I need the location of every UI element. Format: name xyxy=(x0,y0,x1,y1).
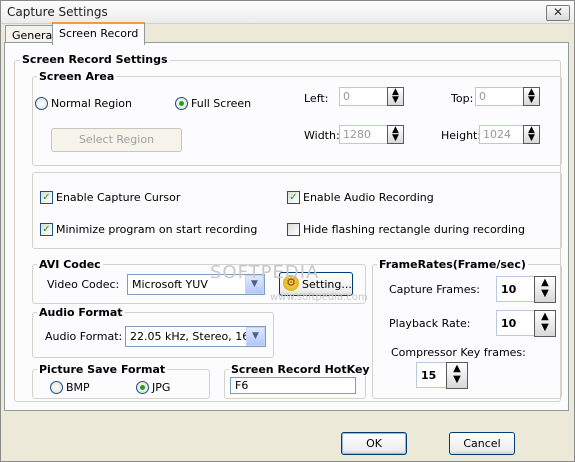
audio-format-select[interactable]: 22.05 kHz, Stereo, 16-bit ▼ xyxy=(125,326,266,347)
bmp-label[interactable]: BMP xyxy=(66,381,90,394)
bmp-radio[interactable] xyxy=(50,381,63,394)
picture-save-format-title: Picture Save Format xyxy=(37,363,168,376)
select-region-button[interactable]: Select Region xyxy=(51,128,182,152)
close-button[interactable]: ✕ xyxy=(546,5,570,21)
normal-region-label[interactable]: Normal Region xyxy=(51,97,132,110)
tab-general-label: General xyxy=(12,29,56,42)
jpg-radio[interactable] xyxy=(136,381,149,394)
width-label: Width: xyxy=(304,129,340,142)
hide-flashing-rectangle-checkbox[interactable] xyxy=(287,223,300,236)
left-value: 0 xyxy=(343,90,350,103)
select-region-label: Select Region xyxy=(78,133,155,146)
enable-audio-recording-label[interactable]: Enable Audio Recording xyxy=(303,191,434,204)
top-spinbox[interactable]: 0 ▲ ▼ xyxy=(475,87,540,106)
screen-area-title: Screen Area xyxy=(37,70,117,83)
audio-format-value: 22.05 kHz, Stereo, 16-bit xyxy=(130,330,246,343)
left-spinbox[interactable]: 0 ▲ ▼ xyxy=(339,87,404,106)
full-screen-radio[interactable] xyxy=(175,97,188,110)
ok-button[interactable]: OK xyxy=(341,432,407,455)
compressor-key-frames-spinbox[interactable]: 15 ▲ ▼ xyxy=(416,362,468,389)
spin-arrows-icon[interactable]: ▲ ▼ xyxy=(534,310,556,337)
capture-frames-label: Capture Frames: xyxy=(389,283,480,296)
spin-arrows-icon[interactable]: ▲ ▼ xyxy=(446,362,468,389)
width-spinbox[interactable]: 1280 ▲ ▼ xyxy=(339,125,404,144)
enable-capture-cursor-checkbox[interactable]: ✓ xyxy=(40,191,53,204)
top-value: 0 xyxy=(479,90,486,103)
width-value: 1280 xyxy=(343,128,371,141)
jpg-label[interactable]: JPG xyxy=(152,381,170,394)
playback-rate-label: Playback Rate: xyxy=(389,317,471,330)
playback-rate-value: 10 xyxy=(501,317,517,330)
compressor-key-frames-label: Compressor Key frames: xyxy=(391,346,526,359)
enable-audio-recording-checkbox[interactable]: ✓ xyxy=(287,191,300,204)
window-title: Capture Settings xyxy=(7,5,108,19)
video-codec-value: Microsoft YUV xyxy=(132,278,208,291)
spin-arrows-icon[interactable]: ▲ ▼ xyxy=(523,125,540,144)
playback-rate-spinbox[interactable]: 10 ▲ ▼ xyxy=(496,310,556,337)
left-label: Left: xyxy=(304,92,329,105)
radio-selected-dot xyxy=(140,385,145,390)
height-value: 1024 xyxy=(483,128,511,141)
spin-arrows-icon[interactable]: ▲ ▼ xyxy=(523,87,540,106)
spin-arrows-icon[interactable]: ▲ ▼ xyxy=(534,276,556,303)
capture-frames-value: 10 xyxy=(501,283,517,296)
tab-screen-record-label: Screen Record xyxy=(59,27,139,40)
video-codec-label: Video Codec: xyxy=(47,278,120,291)
cancel-button[interactable]: Cancel xyxy=(449,432,515,455)
screen-record-settings-title: Screen Record Settings xyxy=(20,53,170,66)
audio-format-title: Audio Format xyxy=(37,306,125,319)
hotkey-value: F6 xyxy=(235,379,249,392)
chevron-down-icon[interactable]: ▼ xyxy=(246,327,265,346)
height-label: Height: xyxy=(441,129,482,142)
cancel-button-label: Cancel xyxy=(463,437,501,450)
normal-region-radio[interactable] xyxy=(35,97,48,110)
title-bar: Capture Settings ✕ xyxy=(1,1,574,24)
top-label: Top: xyxy=(451,92,474,105)
height-spinbox[interactable]: 1024 ▲ ▼ xyxy=(479,125,540,144)
full-screen-label[interactable]: Full Screen xyxy=(191,97,251,110)
tab-screen-record[interactable]: Screen Record xyxy=(52,22,146,45)
recording-options-group xyxy=(32,172,562,249)
capture-frames-spinbox[interactable]: 10 ▲ ▼ xyxy=(496,276,556,303)
spin-arrows-icon[interactable]: ▲ ▼ xyxy=(387,87,404,106)
watermark-url: www.softpedia.com xyxy=(270,292,368,303)
watermark-logo: SOFTPEDIA xyxy=(210,262,320,283)
minimize-program-label[interactable]: Minimize program on start recording xyxy=(56,223,257,236)
hotkey-input[interactable]: F6 xyxy=(230,377,356,394)
hotkey-title: Screen Record HotKey xyxy=(229,363,372,376)
spin-arrows-icon[interactable]: ▲ ▼ xyxy=(387,125,404,144)
close-icon: ✕ xyxy=(552,5,564,19)
compressor-key-frames-value: 15 xyxy=(421,369,437,382)
audio-format-label: Audio Format: xyxy=(45,330,123,343)
minimize-program-checkbox[interactable]: ✓ xyxy=(40,223,53,236)
avi-codec-title: AVI Codec xyxy=(37,258,103,271)
hide-flashing-rectangle-label[interactable]: Hide flashing rectangle during recording xyxy=(303,223,525,236)
radio-selected-dot xyxy=(179,101,184,106)
enable-capture-cursor-label[interactable]: Enable Capture Cursor xyxy=(56,191,180,204)
ok-button-label: OK xyxy=(366,437,382,450)
framerates-title: FrameRates(Frame/sec) xyxy=(377,258,528,271)
